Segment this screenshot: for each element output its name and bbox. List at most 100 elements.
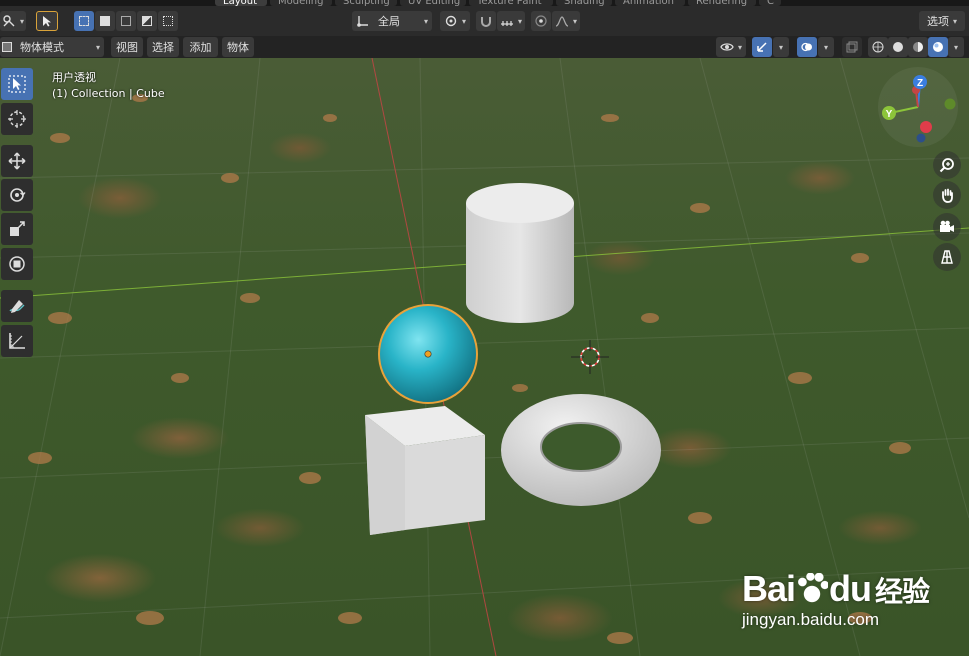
scene-canvas: Z Y: [0, 58, 969, 656]
chevron-down-icon: ▾: [423, 16, 428, 26]
overlays-toggle[interactable]: [797, 37, 817, 57]
menu-select[interactable]: 选择: [147, 37, 179, 57]
chevron-down-icon: ▾: [953, 42, 958, 52]
chevron-down-icon: ▾: [952, 16, 957, 26]
gizmo-toggle[interactable]: [752, 37, 772, 57]
snap-increment-icon: [500, 21, 513, 26]
cursor-arrow-icon: [43, 16, 51, 27]
3d-cursor[interactable]: [571, 340, 609, 374]
chevron-down-icon: ▾: [461, 16, 466, 26]
pivot-point-dropdown[interactable]: ▾: [440, 11, 470, 31]
navigation-gizmo[interactable]: Z Y: [878, 67, 958, 147]
cube-object[interactable]: [365, 406, 485, 535]
transform-orientation-dropdown[interactable]: 全局 ▾: [352, 11, 432, 31]
select-mode-intersect-button[interactable]: [158, 11, 178, 31]
menu-add[interactable]: 添加: [183, 37, 218, 57]
orientation-icon: [357, 16, 368, 27]
shading-wireframe-button[interactable]: [868, 37, 888, 57]
viewport-header: 物体模式 ▾ 视图 选择 添加 物体 ▾ ▾ ▾ ▾: [0, 36, 969, 58]
select-new-icon: [79, 16, 89, 26]
chevron-down-icon: ▾: [778, 42, 783, 52]
shading-rendered-button[interactable]: [928, 37, 948, 57]
object-mode-icon: [2, 42, 12, 52]
snap-toggle[interactable]: [476, 11, 496, 31]
measure-icon[interactable]: [1, 325, 33, 357]
eye-icon: [720, 43, 734, 51]
torus-object[interactable]: [501, 394, 661, 506]
xray-toggle[interactable]: [842, 37, 862, 57]
gizmo-dropdown[interactable]: ▾: [773, 37, 789, 57]
paw-icon: [796, 573, 829, 603]
x-axis-handle[interactable]: [920, 121, 932, 133]
baidu-brand-suffix: du: [829, 568, 872, 609]
scale-icon[interactable]: [1, 213, 33, 245]
select-invert-icon: [142, 16, 152, 26]
options-dropdown[interactable]: 选项 ▾: [919, 11, 965, 31]
watermark-url: jingyan.baidu.com: [742, 610, 880, 629]
mode-label: 物体模式: [20, 41, 64, 54]
shading-dropdown[interactable]: ▾: [948, 37, 964, 57]
falloff-dropdown[interactable]: ▾: [552, 11, 580, 31]
snap-target-dropdown[interactable]: ▾: [497, 11, 525, 31]
magnet-icon: [481, 17, 491, 27]
baidu-logo: Bai du 经验: [742, 568, 930, 610]
transform-icon[interactable]: [1, 248, 33, 280]
editor-type-dropdown[interactable]: ▾: [0, 11, 26, 31]
shading-solid-button[interactable]: [888, 37, 908, 57]
interaction-mode-dropdown[interactable]: 物体模式 ▾: [0, 37, 104, 57]
select-box-icon[interactable]: [1, 68, 33, 100]
overlays-icon: [801, 42, 812, 52]
chevron-down-icon: ▾: [19, 16, 24, 26]
transform-orientation-label: 全局: [378, 15, 400, 28]
select-extend-icon: [100, 16, 110, 26]
cursor-icon[interactable]: [1, 103, 33, 135]
move-icon[interactable]: [1, 145, 33, 177]
tool-header: ▾ 全局 ▾ ▾ ▾ ▾ 选项 ▾: [0, 6, 969, 37]
3d-viewport[interactable]: Z Y 用户透视 (1) Collection | Cube Bai du 经验 j…: [0, 58, 969, 656]
annotate-icon[interactable]: [1, 290, 33, 322]
shading-material-button[interactable]: [908, 37, 928, 57]
select-mode-invert-button[interactable]: [137, 11, 157, 31]
falloff-curve-icon: [555, 16, 569, 27]
hand-icon[interactable]: [933, 181, 961, 209]
select-mode-new-button[interactable]: [74, 11, 94, 31]
overlays-dropdown[interactable]: ▾: [818, 37, 834, 57]
cylinder-object[interactable]: [466, 183, 574, 323]
floor-grid: [0, 58, 969, 656]
baidu-brand-prefix: Bai: [742, 568, 796, 609]
visibility-dropdown[interactable]: ▾: [716, 37, 746, 57]
wireframe-sphere-icon: [872, 41, 884, 53]
xray-icon: [846, 41, 858, 53]
menu-object[interactable]: 物体: [222, 37, 254, 57]
material-sphere-icon: [913, 42, 923, 52]
proportional-edit-icon: [535, 15, 547, 27]
rotate-icon[interactable]: [1, 179, 33, 211]
rendered-sphere-icon: [933, 42, 943, 52]
zoom-icon[interactable]: [933, 151, 961, 179]
editor-type-icon: [3, 15, 15, 27]
proportional-edit-toggle[interactable]: [531, 11, 551, 31]
menu-view[interactable]: 视图: [111, 37, 143, 57]
view-name-label: 用户透视: [52, 71, 96, 84]
gizmo-icon: [757, 42, 767, 52]
chevron-down-icon: ▾: [517, 16, 522, 26]
chevron-down-icon: ▾: [95, 42, 100, 52]
select-tool-button[interactable]: [36, 11, 58, 31]
chevron-down-icon: ▾: [737, 42, 742, 52]
solid-sphere-icon: [893, 42, 903, 52]
z-axis-label: Z: [917, 78, 923, 89]
chevron-down-icon: ▾: [823, 42, 828, 52]
camera-icon[interactable]: [933, 213, 961, 241]
select-intersect-icon: [163, 16, 173, 26]
select-mode-extend-button[interactable]: [95, 11, 115, 31]
sphere-object[interactable]: [378, 304, 478, 404]
grid-icon[interactable]: [933, 243, 961, 271]
collection-info-label: (1) Collection | Cube: [52, 87, 165, 100]
y-axis-label: Y: [886, 109, 893, 120]
baidu-brand-cn: 经验: [875, 576, 930, 607]
options-label: 选项: [926, 15, 949, 28]
select-mode-subtract-button[interactable]: [116, 11, 136, 31]
select-subtract-icon: [121, 16, 131, 26]
pivot-icon: [445, 15, 457, 27]
chevron-down-icon: ▾: [572, 16, 577, 26]
